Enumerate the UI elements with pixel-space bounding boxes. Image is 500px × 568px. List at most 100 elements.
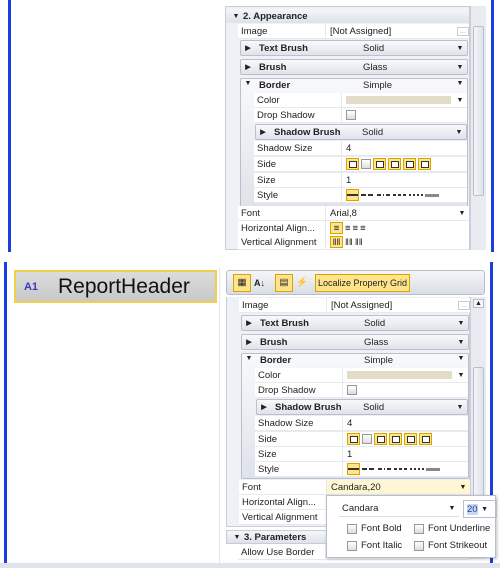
side-bottom-icon[interactable] (403, 158, 416, 170)
align-justify-icon[interactable]: ≡ (360, 223, 366, 234)
side-all-icon[interactable] (347, 433, 360, 445)
prop-font[interactable]: Font Candara,20 ▼ (239, 480, 470, 495)
drop-shadow-checkbox[interactable] (347, 385, 357, 395)
style-dashdotdot-icon[interactable] (393, 194, 407, 196)
prop-image[interactable]: Image [Not Assigned]... (239, 298, 470, 313)
style-dashdotdot-icon[interactable] (394, 468, 408, 470)
prop-text-brush[interactable]: ▶ Text Brush Solid ▼ (241, 315, 469, 331)
align-center-icon[interactable]: ≡ (345, 223, 351, 234)
prop-shadow-brush[interactable]: ▶ Shadow Brush Solid ▼ (255, 124, 467, 140)
valign-top-icon[interactable]: ‖‖ (330, 236, 343, 248)
valign-bottom-icon[interactable]: ‖‖ (355, 237, 363, 248)
font-size-select[interactable]: 20 ▼ (463, 500, 497, 518)
dropdown-icon[interactable]: ▼ (454, 372, 468, 379)
localize-button[interactable]: Localize Property Grid (315, 273, 411, 292)
report-header-band[interactable]: A1 ReportHeader (14, 270, 217, 303)
prop-size[interactable]: Size 1 (254, 173, 467, 188)
properties-icon[interactable]: ▤ (275, 273, 293, 292)
style-double-icon[interactable] (426, 467, 440, 471)
dropdown-icon[interactable]: ▼ (455, 210, 469, 217)
dropdown-icon[interactable]: ▼ (454, 320, 468, 327)
prop-color[interactable]: Color ▼ (254, 93, 467, 108)
align-left-icon[interactable]: ≡ (330, 222, 343, 234)
sort-az-icon[interactable]: A↓ (254, 278, 272, 288)
prop-style[interactable]: Style (254, 188, 467, 203)
side-bottom-icon[interactable] (404, 433, 417, 445)
prop-shadow-size[interactable]: Shadow Size 4 (255, 416, 468, 431)
drop-shadow-checkbox[interactable] (346, 110, 356, 120)
prop-size[interactable]: Size 1 (255, 447, 468, 462)
prop-valign[interactable]: Vertical Alignment ‖‖ ‖‖ ‖‖ (238, 235, 469, 250)
prop-image[interactable]: Image [Not Assigned]... (238, 24, 469, 39)
style-solid-icon[interactable] (346, 189, 359, 201)
style-dashdot-icon[interactable] (377, 194, 391, 196)
checkbox[interactable] (347, 540, 357, 551)
font-strikeout-option[interactable]: Font Strikeout (414, 540, 487, 551)
browse-button[interactable]: ... (458, 300, 470, 310)
dropdown-icon[interactable]: ▼ (452, 129, 466, 136)
categorized-icon[interactable]: ▦ (233, 273, 251, 292)
side-none-icon[interactable] (362, 434, 372, 444)
side-top-icon[interactable] (374, 433, 387, 445)
prop-side[interactable]: Side (254, 157, 467, 172)
style-dash-icon[interactable] (361, 194, 375, 196)
valign-middle-icon[interactable]: ‖‖ (345, 237, 353, 248)
expand-icon: ▶ (245, 45, 251, 52)
dropdown-icon[interactable]: ▼ (453, 64, 467, 71)
checkbox[interactable] (347, 523, 357, 534)
prop-text-brush[interactable]: ▶ Text Brush Solid ▼ (240, 40, 468, 56)
style-dot-icon[interactable] (410, 468, 424, 470)
dropdown-icon[interactable]: ▼ (453, 97, 467, 104)
side-left-icon[interactable] (388, 158, 401, 170)
prop-drop-shadow[interactable]: Drop Shadow (254, 108, 467, 123)
side-left-icon[interactable] (389, 433, 402, 445)
scroll-thumb[interactable] (473, 26, 484, 196)
prop-halign[interactable]: Horizontal Align... ≡ ≡ ≡ ≡ (238, 221, 469, 236)
dropdown-icon[interactable]: ▼ (453, 404, 467, 411)
side-none-icon[interactable] (361, 159, 371, 169)
prop-brush[interactable]: ▶ Brush Glass ▼ (240, 59, 468, 75)
font-family-select[interactable]: Candara ▼ (339, 500, 459, 517)
dropdown-icon[interactable]: ▼ (453, 45, 467, 52)
font-italic-option[interactable]: Font Italic (347, 540, 402, 551)
style-dash-icon[interactable] (362, 468, 376, 470)
events-icon[interactable]: ⚡ (296, 277, 312, 288)
checkbox[interactable] (414, 540, 424, 551)
option-label: Font Bold (361, 523, 402, 534)
prop-label: Horizontal Align... (239, 495, 327, 509)
prop-color[interactable]: Color ▼ (255, 368, 468, 383)
dropdown-icon[interactable]: ▼ (454, 339, 468, 346)
prop-shadow-size[interactable]: Shadow Size 4 (254, 141, 467, 156)
prop-side[interactable]: Side (255, 432, 468, 447)
prop-brush[interactable]: ▶ Brush Glass ▼ (241, 334, 469, 350)
align-right-icon[interactable]: ≡ (353, 223, 359, 234)
option-label: Font Underline (428, 523, 491, 534)
scrollbar-top[interactable] (470, 6, 486, 250)
band-icon: A1 (23, 280, 39, 293)
font-underline-option[interactable]: Font Underline (414, 523, 490, 534)
prop-style[interactable]: Style (255, 462, 468, 477)
dropdown-icon[interactable]: ▼ (453, 80, 467, 87)
dropdown-icon[interactable]: ▼ (456, 484, 470, 491)
prop-value: Solid (364, 317, 386, 329)
prop-label: Text Brush (260, 317, 309, 329)
prop-label: Shadow Size (254, 141, 342, 155)
prop-font[interactable]: Font Arial,8 ▼ (238, 206, 469, 221)
style-solid-icon[interactable] (347, 463, 360, 475)
side-all-icon[interactable] (346, 158, 359, 170)
left-border (4, 262, 7, 568)
side-right-icon[interactable] (419, 433, 432, 445)
section-appearance[interactable]: ▼ 2. Appearance (226, 9, 469, 23)
scroll-up-icon[interactable]: ▲ (473, 299, 484, 308)
prop-drop-shadow[interactable]: Drop Shadow (255, 383, 468, 398)
side-right-icon[interactable] (418, 158, 431, 170)
style-dashdot-icon[interactable] (378, 468, 392, 470)
checkbox[interactable] (414, 523, 424, 534)
dropdown-icon[interactable]: ▼ (454, 355, 468, 362)
browse-button[interactable]: ... (457, 26, 469, 36)
font-bold-option[interactable]: Font Bold (347, 523, 402, 534)
side-top-icon[interactable] (373, 158, 386, 170)
prop-shadow-brush[interactable]: ▶ Shadow Brush Solid ▼ (256, 399, 468, 415)
style-double-icon[interactable] (425, 193, 439, 197)
style-dot-icon[interactable] (409, 194, 423, 196)
